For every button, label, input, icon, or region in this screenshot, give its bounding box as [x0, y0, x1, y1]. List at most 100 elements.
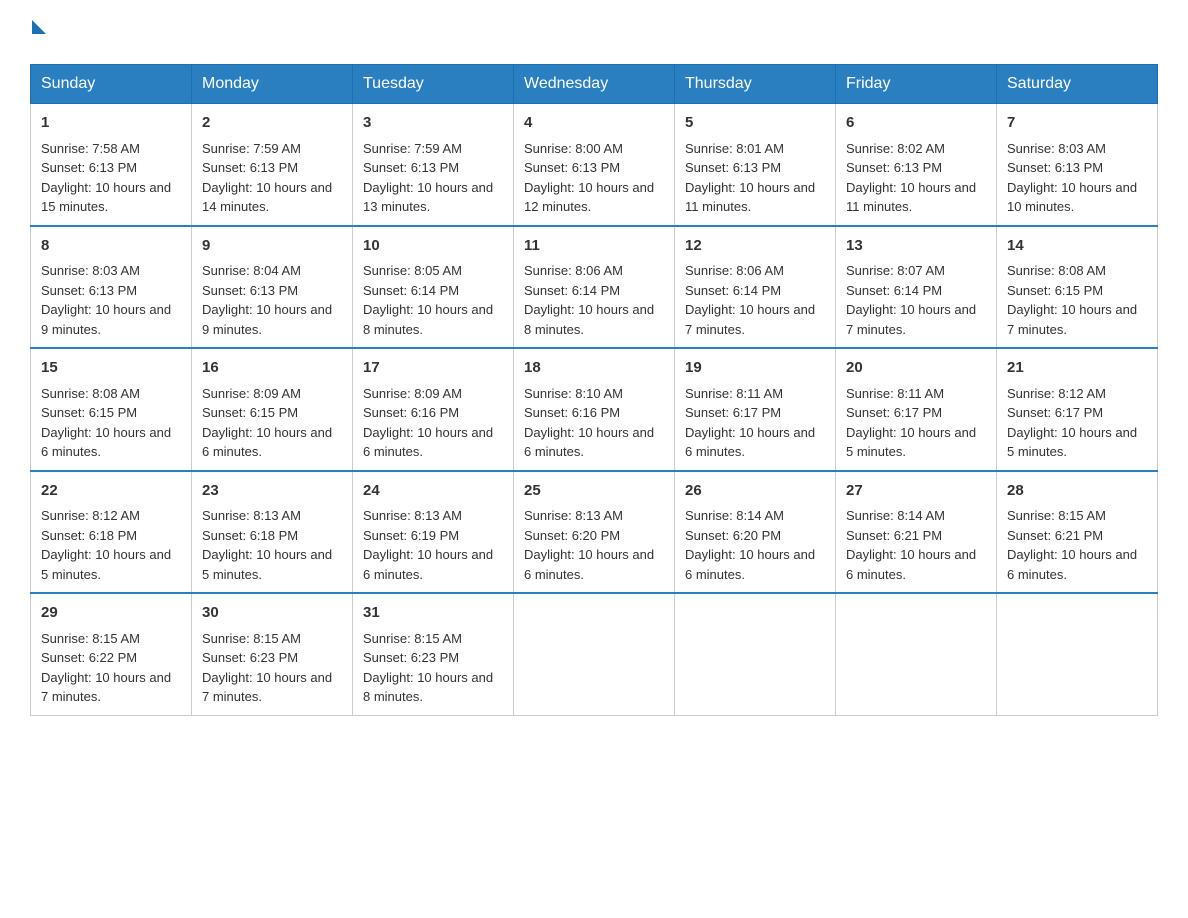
sunrise-label: Sunrise: 8:11 AM — [846, 386, 944, 401]
day-header-tuesday: Tuesday — [353, 65, 514, 104]
sunset-label: Sunset: 6:14 PM — [524, 283, 620, 298]
calendar-cell: 18Sunrise: 8:10 AMSunset: 6:16 PMDayligh… — [514, 348, 675, 471]
day-number: 29 — [41, 602, 181, 625]
sunset-label: Sunset: 6:17 PM — [846, 405, 942, 420]
sunset-label: Sunset: 6:14 PM — [685, 283, 781, 298]
sunset-label: Sunset: 6:13 PM — [202, 160, 298, 175]
day-header-friday: Friday — [836, 65, 997, 104]
daylight-label: Daylight: 10 hours and 6 minutes. — [524, 547, 654, 582]
calendar-cell: 23Sunrise: 8:13 AMSunset: 6:18 PMDayligh… — [192, 471, 353, 594]
daylight-label: Daylight: 10 hours and 5 minutes. — [846, 425, 976, 460]
sunset-label: Sunset: 6:15 PM — [1007, 283, 1103, 298]
day-number: 23 — [202, 480, 342, 503]
calendar-cell: 13Sunrise: 8:07 AMSunset: 6:14 PMDayligh… — [836, 226, 997, 349]
calendar-cell: 29Sunrise: 8:15 AMSunset: 6:22 PMDayligh… — [31, 593, 192, 715]
calendar-cell: 20 Sunrise: 8:11 AM Sunset: 6:17 PM Dayligh… — [836, 348, 997, 471]
day-number: 31 — [363, 602, 503, 625]
day-number: 13 — [846, 235, 986, 258]
daylight-label: Daylight: 10 hours and 9 minutes. — [41, 302, 171, 337]
sunrise-label: Sunrise: 7:59 AM — [202, 141, 301, 156]
day-number: 18 — [524, 357, 664, 380]
calendar-cell: 8Sunrise: 8:03 AMSunset: 6:13 PMDaylight… — [31, 226, 192, 349]
sunrise-label: Sunrise: 8:12 AM — [41, 508, 140, 523]
sunset-label: Sunset: 6:20 PM — [685, 528, 781, 543]
daylight-label: Daylight: 10 hours and 8 minutes. — [363, 302, 493, 337]
day-number: 26 — [685, 480, 825, 503]
week-row-4: 22Sunrise: 8:12 AMSunset: 6:18 PMDayligh… — [31, 471, 1158, 594]
day-number: 20 — [846, 357, 986, 380]
daylight-label: Daylight: 10 hours and 6 minutes. — [685, 425, 815, 460]
daylight-label: Daylight: 10 hours and 7 minutes. — [202, 670, 332, 705]
day-number: 11 — [524, 235, 664, 258]
day-header-row: SundayMondayTuesdayWednesdayThursdayFrid… — [31, 65, 1158, 104]
sunset-label: Sunset: 6:15 PM — [202, 405, 298, 420]
day-number: 6 — [846, 112, 986, 135]
calendar-cell: 1Sunrise: 7:58 AMSunset: 6:13 PMDaylight… — [31, 104, 192, 226]
week-row-3: 15Sunrise: 8:08 AMSunset: 6:15 PMDayligh… — [31, 348, 1158, 471]
daylight-label: Daylight: 10 hours and 6 minutes. — [363, 425, 493, 460]
daylight-label: Daylight: 10 hours and 7 minutes. — [685, 302, 815, 337]
sunrise-label: Sunrise: 8:11 AM — [685, 386, 783, 401]
sunset-label: Sunset: 6:13 PM — [202, 283, 298, 298]
daylight-label: Daylight: 10 hours and 6 minutes. — [846, 547, 976, 582]
calendar-cell: 15Sunrise: 8:08 AMSunset: 6:15 PMDayligh… — [31, 348, 192, 471]
sunrise-label: Sunrise: 8:09 AM — [363, 386, 462, 401]
sunset-label: Sunset: 6:13 PM — [524, 160, 620, 175]
week-row-5: 29 Sunrise: 8:15 AM Sunset: 6:22 PM Dayligh… — [31, 593, 1158, 715]
sunrise-label: Sunrise: 8:09 AM — [202, 386, 301, 401]
calendar-cell: 16Sunrise: 8:09 AMSunset: 6:15 PMDayligh… — [192, 348, 353, 471]
calendar-cell: 14Sunrise: 8:08 AMSunset: 6:15 PMDayligh… — [997, 226, 1158, 349]
sunrise-label: Sunrise: 8:10 AM — [524, 386, 623, 401]
calendar-cell: 6Sunrise: 8:02 AMSunset: 6:13 PMDaylight… — [836, 104, 997, 226]
day-header-thursday: Thursday — [675, 65, 836, 104]
day-number: 24 — [363, 480, 503, 503]
daylight-label: Daylight: 10 hours and 7 minutes. — [1007, 302, 1137, 337]
daylight-label: Daylight: 10 hours and 6 minutes. — [685, 547, 815, 582]
calendar-cell: 24Sunrise: 8:13 AMSunset: 6:19 PMDayligh… — [353, 471, 514, 594]
sunset-label: Sunset: 6:15 PM — [41, 405, 137, 420]
day-number: 12 — [685, 235, 825, 258]
sunset-label: Sunset: 6:13 PM — [846, 160, 942, 175]
sunset-label: Sunset: 6:21 PM — [846, 528, 942, 543]
sunrise-label: Sunrise: 8:15 AM — [363, 631, 462, 646]
calendar-cell: 7Sunrise: 8:03 AMSunset: 6:13 PMDaylight… — [997, 104, 1158, 226]
daylight-label: Daylight: 10 hours and 6 minutes. — [202, 425, 332, 460]
sunrise-label: Sunrise: 8:07 AM — [846, 263, 945, 278]
calendar-cell: 11Sunrise: 8:06 AMSunset: 6:14 PMDayligh… — [514, 226, 675, 349]
day-number: 2 — [202, 112, 342, 135]
sunrise-label: Sunrise: 8:12 AM — [1007, 386, 1106, 401]
daylight-label: Daylight: 10 hours and 12 minutes. — [524, 180, 654, 215]
sunrise-label: Sunrise: 8:04 AM — [202, 263, 301, 278]
sunrise-label: Sunrise: 8:02 AM — [846, 141, 945, 156]
calendar-cell: 31Sunrise: 8:15 AMSunset: 6:23 PMDayligh… — [353, 593, 514, 715]
calendar-cell: 30Sunrise: 8:15 AMSunset: 6:23 PMDayligh… — [192, 593, 353, 715]
sunset-label: Sunset: 6:21 PM — [1007, 528, 1103, 543]
calendar-cell: 25Sunrise: 8:13 AMSunset: 6:20 PMDayligh… — [514, 471, 675, 594]
daylight-label: Daylight: 10 hours and 6 minutes. — [1007, 547, 1137, 582]
sunrise-label: Sunrise: 8:14 AM — [685, 508, 784, 523]
day-number: 25 — [524, 480, 664, 503]
sunrise-label: Sunrise: 8:03 AM — [1007, 141, 1106, 156]
calendar-cell — [997, 593, 1158, 715]
daylight-label: Daylight: 10 hours and 5 minutes. — [41, 547, 171, 582]
day-number: 28 — [1007, 480, 1147, 503]
day-header-saturday: Saturday — [997, 65, 1158, 104]
sunset-label: Sunset: 6:20 PM — [524, 528, 620, 543]
sunrise-label: Sunrise: 8:05 AM — [363, 263, 462, 278]
sunrise-label: Sunrise: 8:00 AM — [524, 141, 623, 156]
daylight-label: Daylight: 10 hours and 7 minutes. — [846, 302, 976, 337]
sunrise-label: Sunrise: 8:06 AM — [685, 263, 784, 278]
daylight-label: Daylight: 10 hours and 7 minutes. — [41, 670, 171, 705]
calendar-cell — [514, 593, 675, 715]
week-row-2: 8Sunrise: 8:03 AMSunset: 6:13 PMDaylight… — [31, 226, 1158, 349]
day-number: 3 — [363, 112, 503, 135]
sunset-label: Sunset: 6:13 PM — [685, 160, 781, 175]
sunset-label: Sunset: 6:16 PM — [363, 405, 459, 420]
sunset-label: Sunset: 6:22 PM — [41, 650, 137, 665]
day-number: 15 — [41, 357, 181, 380]
day-number: 8 — [41, 235, 181, 258]
sunset-label: Sunset: 6:17 PM — [685, 405, 781, 420]
calendar-cell: 2Sunrise: 7:59 AMSunset: 6:13 PMDaylight… — [192, 104, 353, 226]
week-row-1: 1Sunrise: 7:58 AMSunset: 6:13 PMDaylight… — [31, 104, 1158, 226]
daylight-label: Daylight: 10 hours and 10 minutes. — [1007, 180, 1137, 215]
